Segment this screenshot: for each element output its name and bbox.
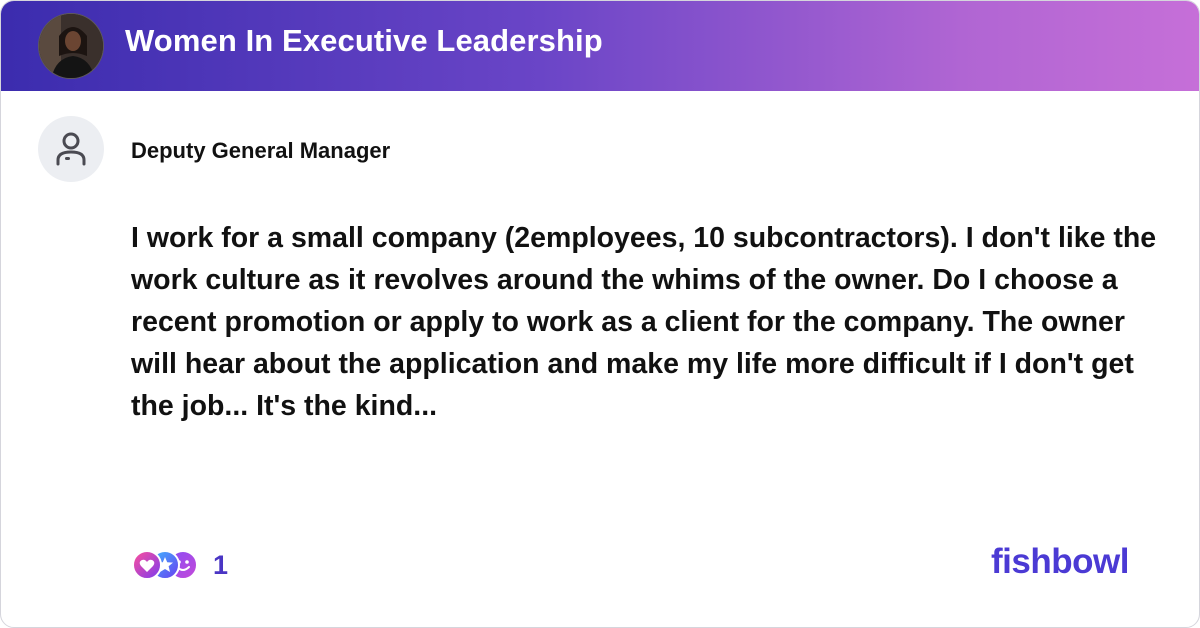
group-avatar[interactable] [38, 13, 104, 79]
fishbowl-logo[interactable]: fishbowl [991, 542, 1129, 582]
anonymous-user-icon [56, 132, 86, 166]
reaction-icons [131, 549, 199, 581]
post-body[interactable]: I work for a small company (2employees, … [131, 217, 1171, 427]
heart-reaction-icon [132, 550, 162, 580]
author-title: Deputy General Manager [131, 138, 391, 163]
post-card[interactable]: Women In Executive Leadership Deputy Gen… [0, 0, 1200, 628]
group-header: Women In Executive Leadership [1, 1, 1199, 91]
group-title[interactable]: Women In Executive Leadership [125, 23, 603, 59]
group-photo-icon [39, 14, 103, 78]
author-avatar [38, 116, 104, 182]
reaction-count: 1 [213, 549, 229, 580]
reactions-summary[interactable]: 1 [131, 549, 228, 581]
